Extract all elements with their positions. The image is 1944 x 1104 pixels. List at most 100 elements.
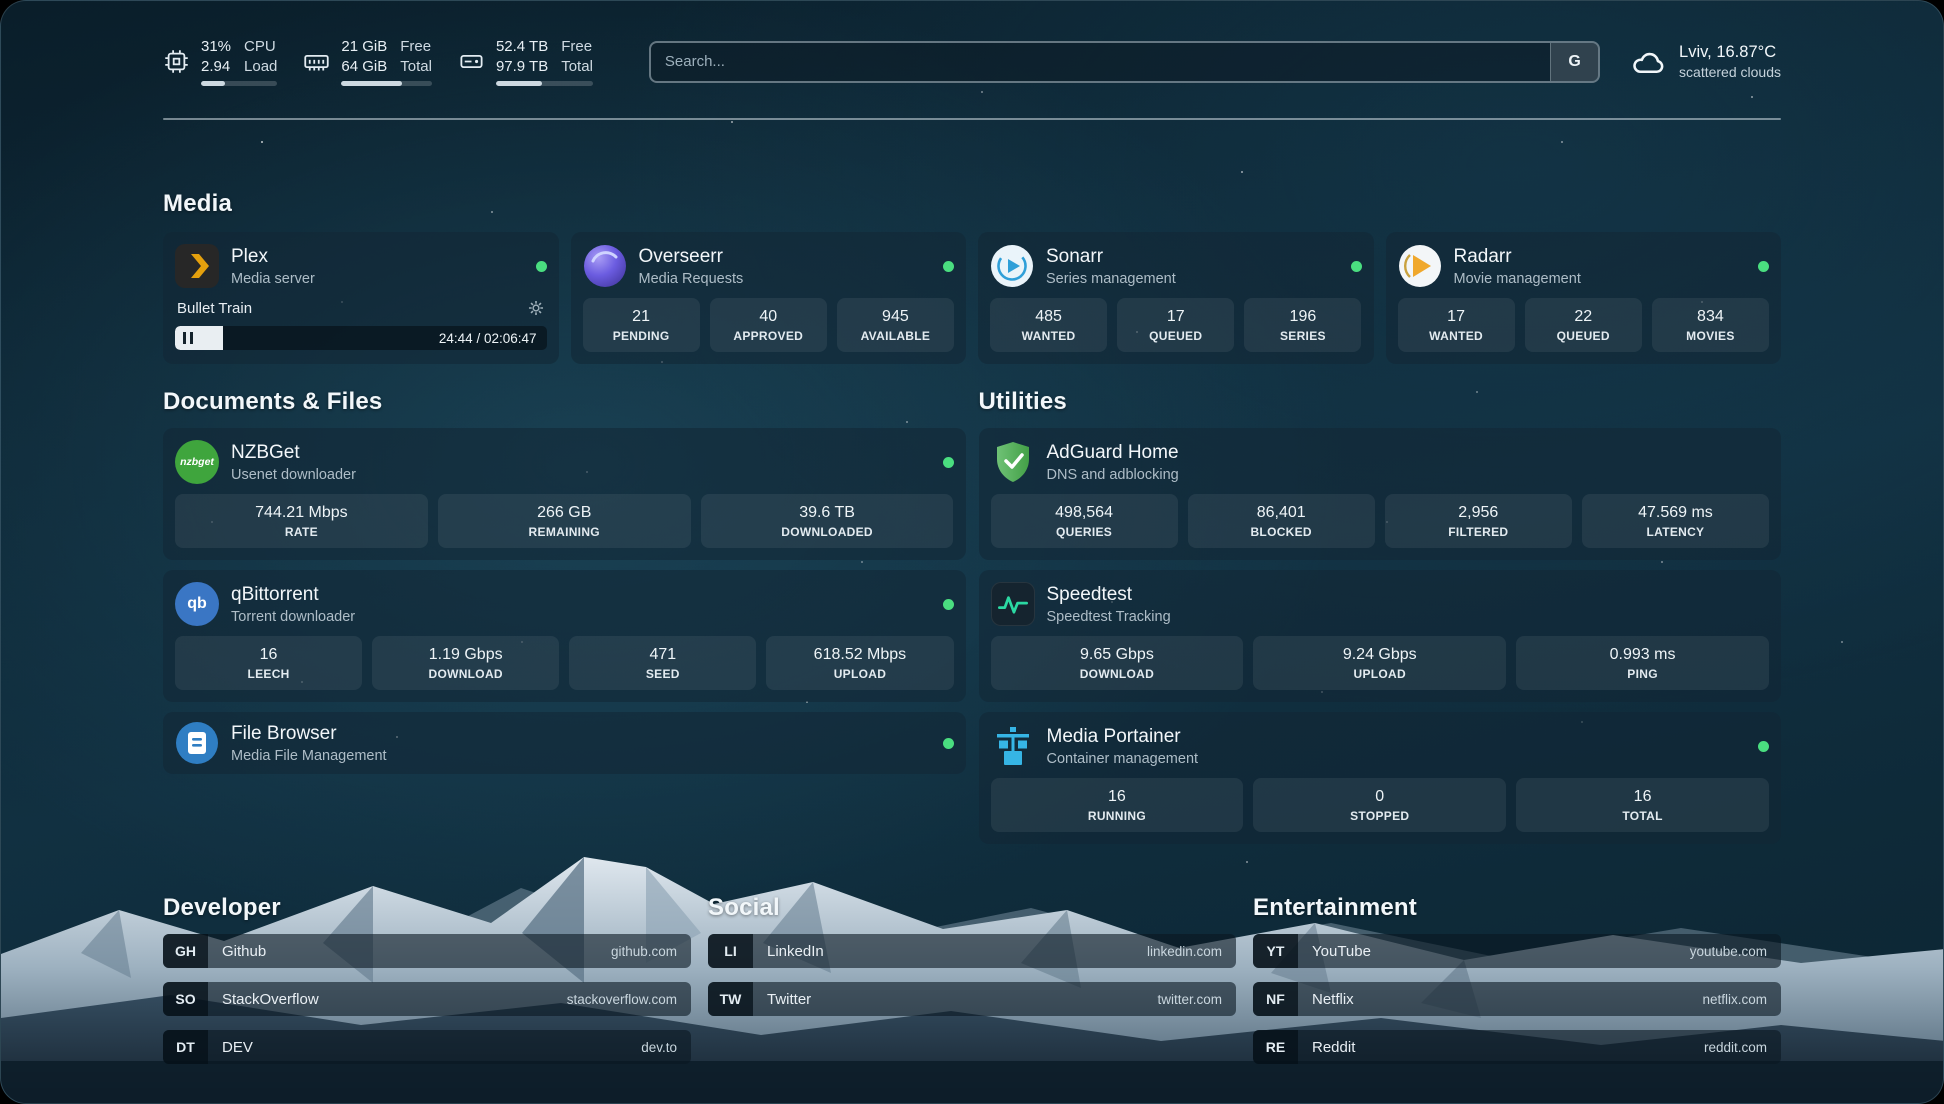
disk-label-top: Free	[561, 37, 593, 57]
service-subtitle: Speedtest Tracking	[1047, 609, 1770, 625]
section-title-developer: Developer	[163, 894, 691, 922]
stat-available: 945 AVAILABLE	[837, 298, 954, 352]
service-name: qBittorrent	[231, 584, 931, 606]
service-subtitle: Movie management	[1454, 271, 1747, 287]
filebrowser-icon	[175, 721, 219, 765]
bookmark-group-developer: Developer GH Github github.com SO StackO…	[163, 894, 691, 1078]
search-input[interactable]	[651, 43, 1550, 81]
bookmark-github[interactable]: GH Github github.com	[163, 934, 691, 968]
bookmark-group-social: Social LI LinkedIn linkedin.com TW Twitt…	[708, 894, 1236, 1078]
service-name: Speedtest	[1047, 584, 1770, 606]
cpu-label-top: CPU	[244, 37, 277, 57]
service-subtitle: DNS and adblocking	[1047, 467, 1770, 483]
status-dot	[943, 599, 954, 610]
memory-icon	[303, 48, 330, 75]
memory-total-value: 64 GiB	[341, 57, 387, 77]
section-title-entertainment: Entertainment	[1253, 894, 1781, 922]
disk-usage-bar	[496, 81, 593, 86]
linkedin-icon: LI	[708, 934, 753, 968]
stat-rate: 744.21 Mbps RATE	[175, 494, 428, 548]
search-provider-button[interactable]: G	[1550, 43, 1598, 81]
cloud-icon	[1630, 44, 1666, 80]
memory-usage-bar	[341, 81, 432, 86]
media-cards-row: Plex Media server Bullet Train	[163, 232, 1781, 364]
service-subtitle: Media server	[231, 271, 524, 287]
disk-icon	[458, 48, 485, 75]
service-card-portainer[interactable]: Media Portainer Container management 16 …	[979, 712, 1782, 844]
service-subtitle: Torrent downloader	[231, 609, 931, 625]
stat-total: 16 TOTAL	[1516, 778, 1769, 832]
plex-icon	[175, 244, 219, 288]
status-dot	[943, 738, 954, 749]
cpu-widget: 31% 2.94 CPU Load	[163, 37, 277, 86]
service-name: AdGuard Home	[1047, 442, 1770, 464]
bookmark-youtube[interactable]: YT YouTube youtube.com	[1253, 934, 1781, 968]
stat-downloaded: 39.6 TB DOWNLOADED	[701, 494, 954, 548]
bookmark-netflix[interactable]: NF Netflix netflix.com	[1253, 982, 1781, 1016]
cpu-icon	[163, 48, 190, 75]
service-name: Sonarr	[1046, 246, 1339, 268]
dashboard-content: 31% 2.94 CPU Load	[1, 1, 1943, 1103]
bookmark-group-entertainment: Entertainment YT YouTube youtube.com NF …	[1253, 894, 1781, 1078]
dashboard-screen: 31% 2.94 CPU Load	[0, 0, 1944, 1104]
service-card-adguard[interactable]: AdGuard Home DNS and adblocking 498,564 …	[979, 428, 1782, 560]
netflix-icon: NF	[1253, 982, 1298, 1016]
section-title-documents: Documents & Files	[163, 388, 966, 416]
bookmark-twitter[interactable]: TW Twitter twitter.com	[708, 982, 1236, 1016]
nzbget-icon: nzbget	[175, 440, 219, 484]
topbar-divider	[163, 118, 1781, 120]
memory-label-bottom: Total	[400, 57, 432, 77]
status-dot	[1758, 741, 1769, 752]
weather-location: Lviv, 16.87°C	[1679, 43, 1781, 62]
radarr-icon	[1398, 244, 1442, 288]
service-subtitle: Media File Management	[231, 748, 931, 764]
service-card-plex[interactable]: Plex Media server Bullet Train	[163, 232, 559, 364]
stat-queued: 22 QUEUED	[1525, 298, 1642, 352]
service-card-overseerr[interactable]: Overseerr Media Requests 21 PENDING 40 A…	[571, 232, 967, 364]
sonarr-icon	[990, 244, 1034, 288]
bookmark-stackoverflow[interactable]: SO StackOverflow stackoverflow.com	[163, 982, 691, 1016]
service-card-speedtest[interactable]: Speedtest Speedtest Tracking 9.65 Gbps D…	[979, 570, 1782, 702]
cpu-percent: 31%	[201, 37, 231, 57]
service-name: Overseerr	[639, 246, 932, 268]
overseerr-icon	[583, 244, 627, 288]
service-card-radarr[interactable]: Radarr Movie management 17 WANTED 22 QUE…	[1386, 232, 1782, 364]
adguard-icon	[991, 440, 1035, 484]
stackoverflow-icon: SO	[163, 982, 208, 1016]
stat-running: 16 RUNNING	[991, 778, 1244, 832]
section-title-utilities: Utilities	[979, 388, 1782, 416]
weather-widget: Lviv, 16.87°C scattered clouds	[1630, 43, 1781, 80]
settings-gear-icon[interactable]	[527, 299, 545, 317]
service-subtitle: Series management	[1046, 271, 1339, 287]
service-card-nzbget[interactable]: nzbget NZBGet Usenet downloader 744.21 M…	[163, 428, 966, 560]
dev-icon: DT	[163, 1030, 208, 1064]
disk-free-value: 52.4 TB	[496, 37, 548, 57]
stat-stopped: 0 STOPPED	[1253, 778, 1506, 832]
bookmark-linkedin[interactable]: LI LinkedIn linkedin.com	[708, 934, 1236, 968]
stat-movies: 834 MOVIES	[1652, 298, 1769, 352]
disk-label-bottom: Total	[561, 57, 593, 77]
service-name: Plex	[231, 246, 524, 268]
stat-ping: 0.993 ms PING	[1516, 636, 1769, 690]
stat-seed: 471 SEED	[569, 636, 756, 690]
stat-wanted: 17 WANTED	[1398, 298, 1515, 352]
status-dot	[536, 261, 547, 272]
reddit-icon: RE	[1253, 1030, 1298, 1064]
service-card-sonarr[interactable]: Sonarr Series management 485 WANTED 17 Q…	[978, 232, 1374, 364]
section-title-social: Social	[708, 894, 1236, 922]
service-subtitle: Media Requests	[639, 271, 932, 287]
memory-free-value: 21 GiB	[341, 37, 387, 57]
service-name: File Browser	[231, 723, 931, 745]
cpu-label-bottom: Load	[244, 57, 277, 77]
stat-blocked: 86,401 BLOCKED	[1188, 494, 1375, 548]
service-card-qbittorrent[interactable]: qb qBittorrent Torrent downloader 16 LEE…	[163, 570, 966, 702]
stat-filtered: 2,956 FILTERED	[1385, 494, 1572, 548]
service-card-filebrowser[interactable]: File Browser Media File Management	[163, 712, 966, 774]
stat-leech: 16 LEECH	[175, 636, 362, 690]
bookmark-reddit[interactable]: RE Reddit reddit.com	[1253, 1030, 1781, 1064]
bookmark-dev[interactable]: DT DEV dev.to	[163, 1030, 691, 1064]
portainer-icon	[991, 724, 1035, 768]
plex-now-playing-title: Bullet Train	[177, 300, 252, 317]
stat-upload: 9.24 Gbps UPLOAD	[1253, 636, 1506, 690]
search-bar[interactable]: G	[649, 41, 1600, 83]
